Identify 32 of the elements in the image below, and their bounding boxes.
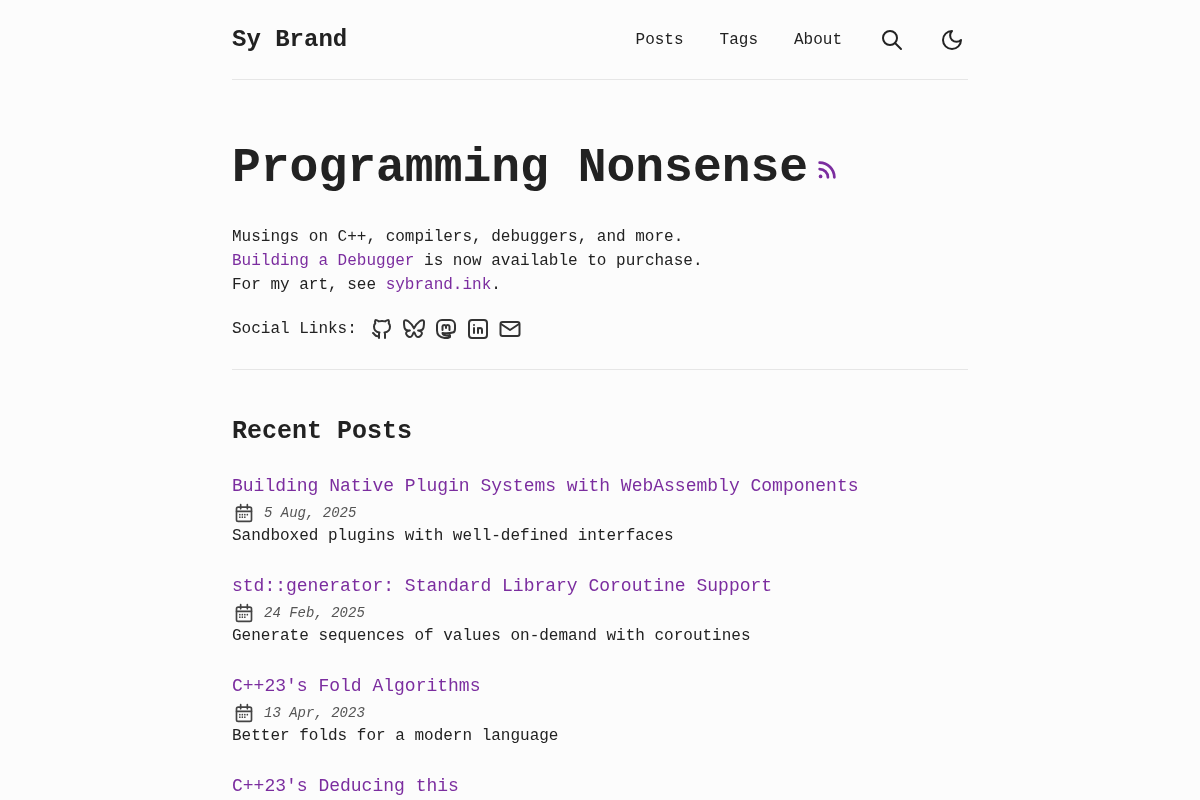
nav-link[interactable]: Posts: [635, 30, 684, 49]
post-title-link[interactable]: Building Native Plugin Systems with WebAssembly Components: [232, 473, 968, 500]
section-heading: Recent Posts: [232, 417, 414, 447]
nav-link[interactable]: Tags: [719, 30, 758, 49]
social-links-label: Social Links:: [232, 320, 357, 338]
post-date: 13 Apr, 2023: [264, 705, 365, 721]
calendar-icon: [234, 603, 254, 623]
intro-text: Building a Debugger is now available to purchase.: [232, 251, 704, 272]
intro-text: For my art, see sybrand.ink.: [232, 275, 502, 296]
intro-text: Musings on C++, compilers, debuggers, and more.: [232, 227, 685, 248]
search-icon[interactable]: [880, 27, 904, 52]
text-link[interactable]: sybrand.ink: [385, 276, 492, 294]
post-description: Sandboxed plugins with well-defined interfaces: [232, 526, 675, 547]
mastodon-icon[interactable]: [433, 317, 458, 341]
post-date: 24 Feb, 2025: [264, 605, 365, 621]
text-link[interactable]: Building a Debugger: [232, 252, 415, 270]
post-description: Better folds for a modern language: [232, 726, 560, 747]
linkedin-icon[interactable]: [465, 317, 490, 341]
site-brand[interactable]: Sy Brand: [232, 26, 348, 53]
rss-icon[interactable]: [816, 159, 839, 181]
post-title-link[interactable]: C++23's Fold Algorithms: [232, 673, 968, 700]
nav-link[interactable]: About: [794, 30, 842, 49]
post-date: 5 Aug, 2025: [264, 505, 357, 521]
butterfly-icon[interactable]: [401, 317, 426, 341]
github-icon[interactable]: [369, 317, 394, 341]
post-title-link[interactable]: std::generator: Standard Library Coroutine Support: [232, 573, 968, 600]
post-title-link[interactable]: C++23's Deducing this: [232, 773, 968, 800]
calendar-icon: [234, 503, 254, 523]
page-title: Programming Nonsense: [232, 140, 809, 197]
moon-icon[interactable]: [940, 27, 964, 52]
calendar-icon: [234, 703, 254, 723]
post-description: Generate sequences of values on-demand with coroutines: [232, 626, 752, 647]
